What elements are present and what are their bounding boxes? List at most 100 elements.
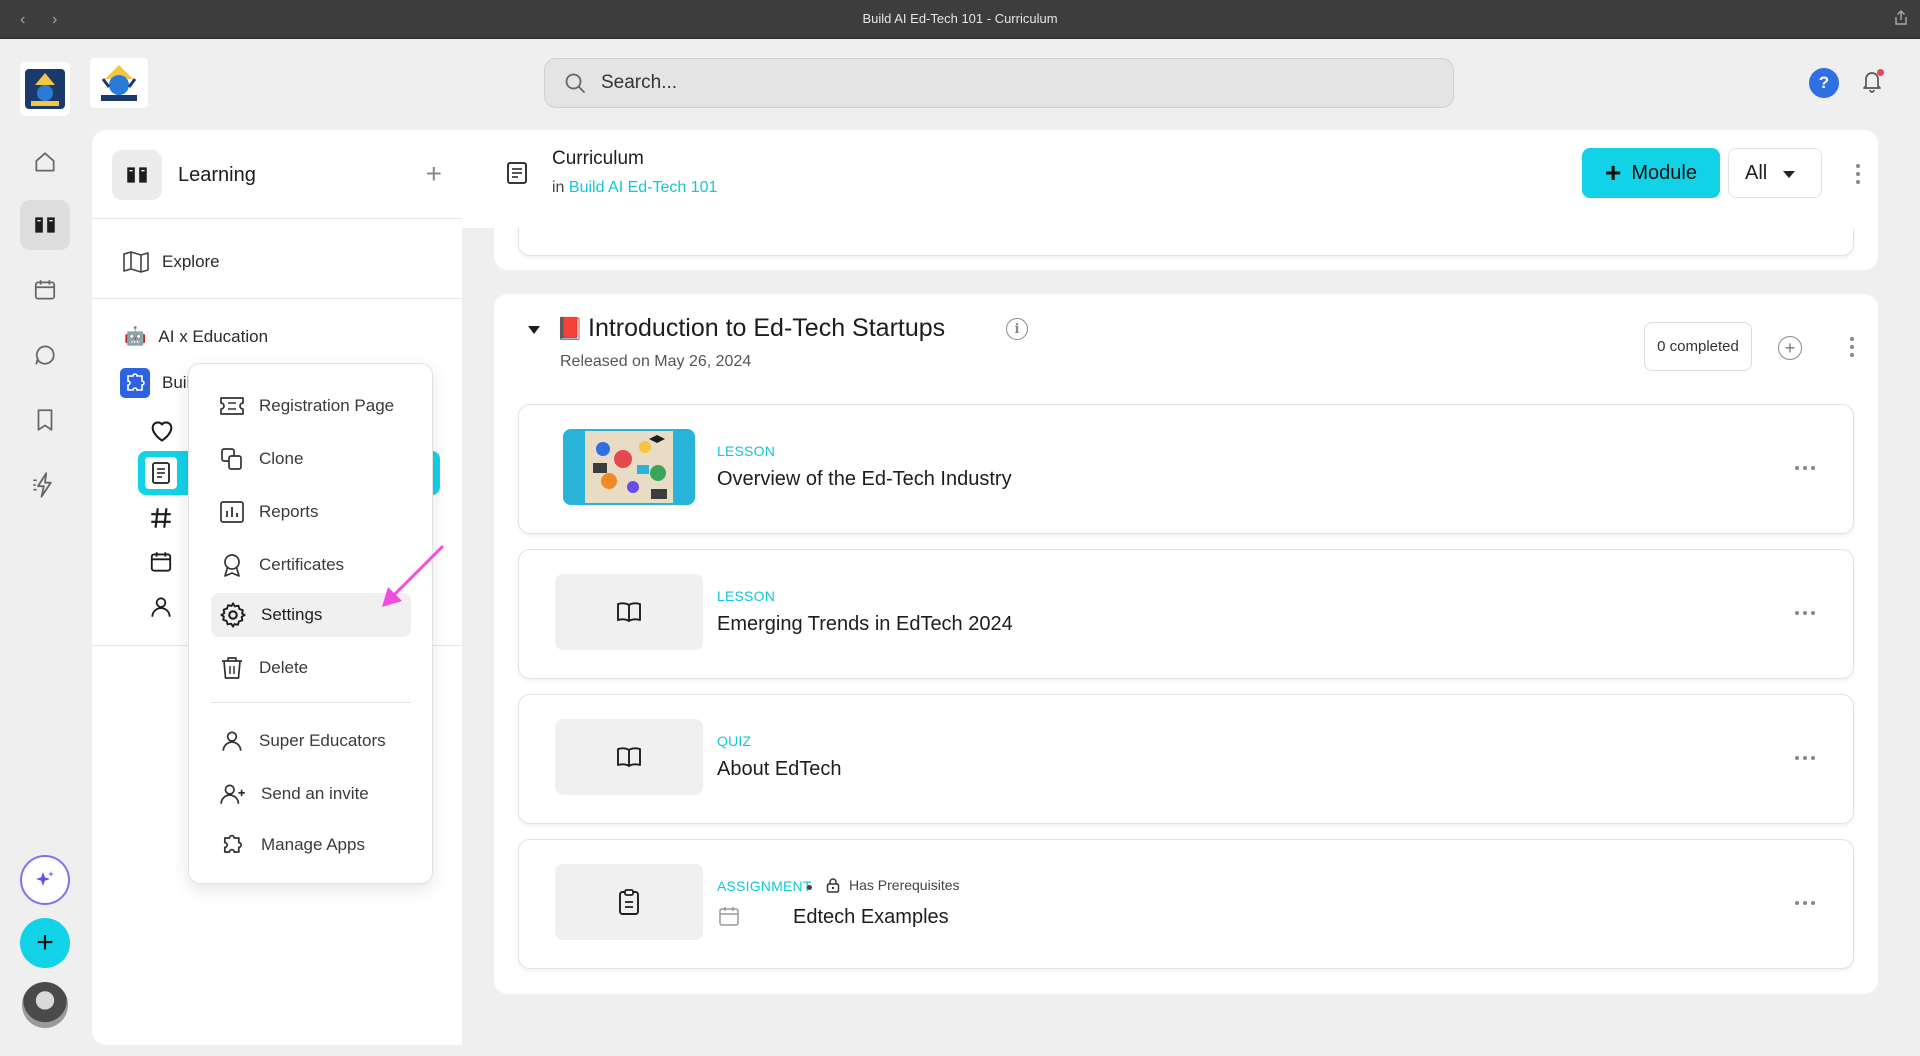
divider: [92, 298, 462, 299]
item-type-label: ASSIGNMENT: [717, 878, 812, 894]
community-logo[interactable]: [20, 62, 70, 116]
item-thumbnail: [555, 574, 703, 650]
sidebar-title: Learning: [178, 163, 256, 186]
menu-item-super-educators[interactable]: Super Educators: [211, 719, 411, 763]
menu-divider: [211, 702, 411, 703]
puzzle-icon: [219, 831, 247, 859]
help-button[interactable]: ?: [1809, 68, 1839, 98]
menu-item-label: Settings: [261, 605, 323, 624]
curriculum-item[interactable]: QUIZ About EdTech: [518, 694, 1854, 824]
module-emoji: 📕: [556, 316, 584, 341]
item-title[interactable]: Edtech Examples: [793, 906, 949, 929]
prerequisites-label: Has Prerequisites: [849, 877, 960, 893]
sidebar-item-ai-education[interactable]: 🤖 AI x Education: [124, 326, 268, 347]
search-input[interactable]: [601, 72, 1401, 94]
menu-item-send-invite[interactable]: Send an invite: [211, 772, 411, 816]
user-avatar[interactable]: [22, 982, 68, 1028]
award-icon: [219, 552, 245, 578]
chat-icon[interactable]: [20, 330, 70, 380]
menu-item-reports[interactable]: Reports: [211, 490, 411, 534]
bookmark-icon[interactable]: [20, 395, 70, 445]
breadcrumb: in Build AI Ed-Tech 101: [552, 179, 717, 197]
add-module-button[interactable]: + Module: [1582, 148, 1720, 198]
item-title[interactable]: Overview of the Ed-Tech Industry: [717, 468, 1012, 491]
puzzle-icon: [120, 368, 150, 398]
menu-item-label: Reports: [259, 502, 319, 521]
menu-item-label: Manage Apps: [261, 835, 365, 854]
menu-item-manage-apps[interactable]: Manage Apps: [211, 823, 411, 867]
space-options-menu: Registration Page Clone Reports Certific…: [188, 363, 433, 884]
curriculum-doc-icon: [506, 160, 528, 186]
ai-assistant-button[interactable]: [20, 855, 70, 905]
item-title[interactable]: Emerging Trends in EdTech 2024: [717, 613, 1013, 636]
clipboard-icon: [617, 888, 641, 916]
menu-item-clone[interactable]: Clone: [211, 437, 411, 481]
menu-item-label: Send an invite: [261, 784, 369, 803]
menu-item-registration-page[interactable]: Registration Page: [211, 384, 411, 428]
item-thumbnail: [555, 864, 703, 940]
info-icon[interactable]: i: [1006, 318, 1028, 340]
heart-icon[interactable]: [148, 417, 176, 443]
sidebar-item-label: AI x Education: [158, 326, 269, 346]
module-release-date: Released on May 26, 2024: [560, 353, 752, 370]
home-icon[interactable]: [20, 137, 70, 187]
notifications-bell-icon[interactable]: [1860, 68, 1884, 94]
sidebar-item-explore[interactable]: Explore: [122, 250, 220, 274]
add-space-button[interactable]: +: [426, 160, 442, 188]
chart-icon: [219, 500, 245, 524]
window-title: Build AI Ed-Tech 101 - Curriculum: [862, 11, 1058, 26]
module-title[interactable]: Introduction to Ed-Tech Startups: [588, 314, 945, 343]
notification-badge: [1877, 69, 1884, 76]
open-book-icon: [615, 745, 643, 769]
learning-book-icon[interactable]: [20, 200, 70, 250]
user-plus-icon: [219, 781, 247, 807]
item-more-options-icon[interactable]: [1795, 901, 1815, 905]
curriculum-doc-icon[interactable]: [143, 455, 179, 491]
calendar-icon[interactable]: [20, 265, 70, 315]
calendar-icon[interactable]: [148, 549, 174, 575]
prerequisites-badge: Has Prerequisites: [825, 877, 960, 893]
sidebar-header: Learning +: [112, 150, 442, 200]
menu-item-delete[interactable]: Delete: [211, 646, 411, 690]
item-type-label: QUIZ: [717, 733, 752, 749]
menu-item-label: Certificates: [259, 555, 345, 574]
module-more-options-icon[interactable]: [1850, 337, 1854, 357]
sidebar-item-label: Explore: [162, 252, 220, 271]
curriculum-item[interactable]: LESSON Overview of the Ed-Tech Industry: [518, 404, 1854, 534]
sidebar-item-build-ai[interactable]: Buil: [120, 368, 190, 398]
search-bar[interactable]: [544, 58, 1454, 108]
collapse-toggle-icon[interactable]: [528, 326, 540, 334]
map-icon: [122, 250, 150, 274]
curriculum-main: Curriculum in Build AI Ed-Tech 101 + Mod…: [462, 130, 1920, 1045]
hashtag-icon[interactable]: [148, 505, 174, 531]
add-item-icon[interactable]: +: [1778, 336, 1802, 360]
item-more-options-icon[interactable]: [1795, 611, 1815, 615]
curriculum-item[interactable]: ASSIGNMENT Has Prerequisites Edtech Exam…: [518, 839, 1854, 969]
learning-book-icon: [112, 150, 162, 200]
completed-count-badge: 0 completed: [1644, 322, 1752, 371]
share-icon[interactable]: [1894, 10, 1908, 26]
menu-item-label: Clone: [259, 449, 304, 468]
trash-icon: [219, 655, 245, 681]
filter-value: All: [1745, 161, 1768, 184]
item-more-options-icon[interactable]: [1795, 756, 1815, 760]
module-card: 📕 Introduction to Ed-Tech Startups i Rel…: [494, 294, 1878, 994]
item-title[interactable]: About EdTech: [717, 758, 842, 781]
create-button[interactable]: +: [20, 918, 70, 968]
page-more-options-icon[interactable]: [1856, 164, 1860, 184]
sidebar-item-label: Buil: [162, 373, 191, 392]
user-icon: [219, 728, 245, 754]
curriculum-item[interactable]: LESSON Emerging Trends in EdTech 2024: [518, 549, 1854, 679]
menu-item-label: Delete: [259, 658, 309, 677]
chevron-down-icon: [1783, 171, 1795, 178]
copy-icon: [219, 447, 245, 471]
item-more-options-icon[interactable]: [1795, 466, 1815, 470]
activity-icon[interactable]: [20, 460, 70, 510]
due-date-calendar-icon[interactable]: [717, 904, 741, 928]
parent-space-link[interactable]: Build AI Ed-Tech 101: [569, 179, 718, 196]
plus-icon: +: [1605, 157, 1622, 188]
filter-select[interactable]: All: [1728, 148, 1822, 198]
brand-logo[interactable]: [90, 58, 148, 108]
members-user-icon[interactable]: [148, 594, 174, 620]
item-type-label: LESSON: [717, 443, 775, 459]
